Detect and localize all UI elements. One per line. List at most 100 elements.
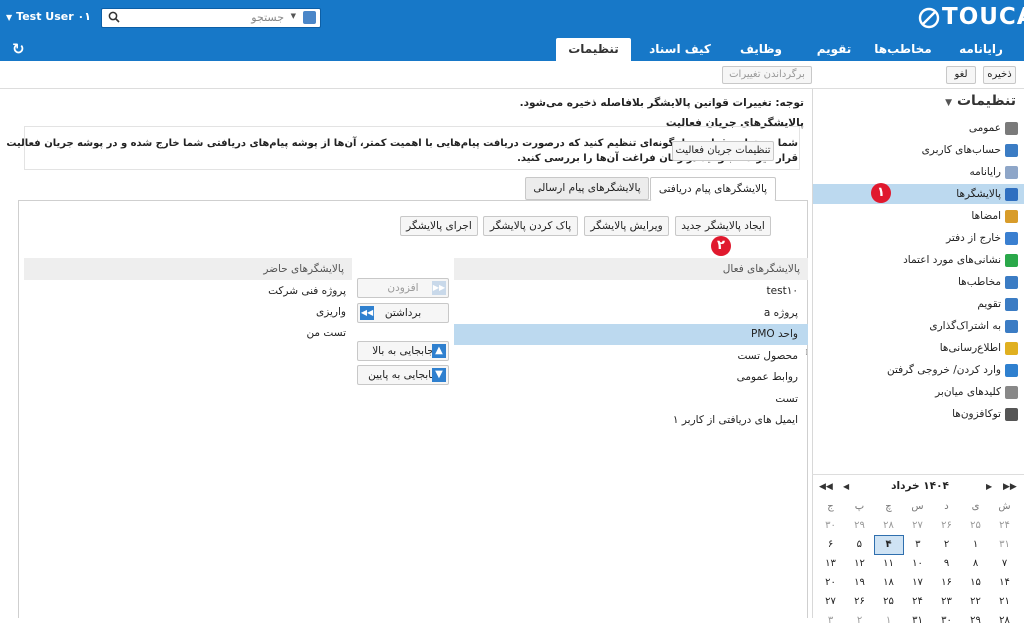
cancel-button[interactable]: لغو [946,66,976,84]
calendar-day[interactable]: ۱۶ [932,573,961,592]
active-filter-item[interactable]: test۱۰ [454,281,808,302]
calendar-day[interactable]: ۱۷ [903,573,932,592]
search-icon[interactable] [108,11,120,23]
calendar-day[interactable]: ۲۹ [845,516,874,535]
activity-settings-button[interactable]: تنظیمات جریان فعالیت [672,141,774,161]
existing-filter-item[interactable]: واریزی [24,302,352,323]
calendar-day[interactable]: ۳۱ [990,535,1019,554]
calendar-day[interactable]: ۲۶ [845,592,874,611]
prev-year-icon[interactable]: ◀◀ [819,482,833,492]
calendar-day[interactable]: ۳۱ [903,611,932,630]
active-filter-item[interactable]: تست [454,389,808,410]
sidebar-item[interactable]: وارد کردن/ خروجی گرفتن [813,360,1018,380]
calendar-day[interactable]: ۱۹ [845,573,874,592]
refresh-icon[interactable]: ↻ [12,40,25,58]
sidebar-item[interactable]: پالایشگرها [813,184,1024,204]
search-scope-dropdown-icon[interactable]: ▼ [291,12,296,20]
sidebar-item[interactable]: نشانی‌های مورد اعتماد [813,250,1018,270]
calendar-day[interactable]: ۸ [961,554,990,573]
tab-briefcase[interactable]: کیف اسناد [644,38,716,61]
calendar-day[interactable]: ۱ [961,535,990,554]
existing-filter-item[interactable]: پروژه فنی شرکت [24,281,352,302]
calendar-day[interactable]: ۲۳ [932,592,961,611]
save-button[interactable]: ذخیره [983,66,1016,84]
active-filter-item[interactable]: روابط عمومی [454,367,808,388]
calendar-day[interactable]: ۲۵ [961,516,990,535]
next-year-icon[interactable]: ▶▶ [1003,482,1017,492]
active-filter-item[interactable]: محصول تست [454,346,808,367]
calendar-day[interactable]: ۲۴ [990,516,1019,535]
calendar-day[interactable]: ۲۸ [874,516,903,535]
calendar-day[interactable]: ۱۸ [874,573,903,592]
calendar-day[interactable]: ۲۷ [816,592,845,611]
calendar-day[interactable]: ۳ [903,535,932,554]
calendar-day[interactable]: ۹ [932,554,961,573]
collapse-icon[interactable]: ▼ [945,98,952,108]
calendar-day[interactable]: ۷ [990,554,1019,573]
prev-month-icon[interactable]: ◀ [843,482,849,491]
sidebar-item[interactable]: به اشتراک‌گذاری [813,316,1018,336]
calendar-day[interactable]: ۱۳ [816,554,845,573]
calendar-day[interactable]: ۳۰ [932,611,961,630]
tab-tasks[interactable]: وظایف [730,38,792,61]
calendar-day[interactable]: ۶ [816,535,845,554]
sidebar-item[interactable]: خارج از دفتر [813,228,1018,248]
calendar-day[interactable]: ۲۲ [961,592,990,611]
calendar-day[interactable]: ۲۹ [961,611,990,630]
run-filter-button[interactable]: اجرای پالایشگر [400,216,478,236]
calendar-day[interactable]: ۲ [845,611,874,630]
sidebar-item[interactable]: حساب‌های کاربری [813,140,1018,160]
calendar-day[interactable]: ۲۱ [990,592,1019,611]
existing-filter-item[interactable]: تست من [24,323,352,344]
calendar-day[interactable]: ۲۸ [990,611,1019,630]
search-input[interactable]: جستجو [251,11,284,24]
move-down-button[interactable]: جابجایی به پایین ▼ [357,365,449,385]
sidebar-item[interactable]: مخاطب‌ها [813,272,1018,292]
calendar-day[interactable]: ۲۰ [816,573,845,592]
subtab-incoming[interactable]: پالایشگرهای پیام دریافتی [650,177,776,201]
subtab-outgoing[interactable]: پالایشگرهای پیام ارسالی [525,177,649,200]
revert-changes-button[interactable]: برگرداندن تغییرات [722,66,812,84]
user-menu[interactable]: ▼ Test User ۰۱ [6,10,91,23]
sidebar-item[interactable]: کلیدهای میان‌بر [813,382,1018,402]
tab-calendar[interactable]: تقویم [806,38,862,61]
search-box[interactable]: جستجو ▼ [101,8,321,28]
sidebar-item[interactable]: عمومی [813,118,1018,138]
calendar-day[interactable]: ۱۴ [990,573,1019,592]
calendar-day[interactable]: ۱۲ [845,554,874,573]
calendar-day[interactable]: ۲۵ [874,592,903,611]
tab-mail[interactable]: رایانامه [946,38,1016,61]
search-scope-icon[interactable] [303,11,316,24]
calendar-day[interactable]: ۲۴ [903,592,932,611]
calendar-day[interactable]: ۲۶ [932,516,961,535]
calendar-day[interactable]: ۱۱ [874,554,903,573]
remove-button[interactable]: برداشتن ◀◀ [357,303,449,323]
calendar-day[interactable]: ۲ [932,535,961,554]
sidebar-item[interactable]: امضاها [813,206,1018,226]
calendar-day[interactable]: ۱ [874,611,903,630]
tab-settings[interactable]: تنظیمات [556,38,631,61]
active-filter-item[interactable]: واحد PMO [454,324,808,345]
sidebar-item[interactable]: رایانامه [813,162,1018,182]
calendar-day[interactable]: ۳ [816,611,845,630]
sidebar-item[interactable]: تقویم [813,294,1018,314]
new-filter-button[interactable]: ایجاد پالایشگر جدید [675,216,771,236]
calendar-day[interactable]: ۱۵ [961,573,990,592]
edit-filter-button[interactable]: ویرایش پالایشگر [584,216,669,236]
next-month-icon[interactable]: ▶ [986,482,992,491]
active-filter-item[interactable]: پروژه a [454,303,808,324]
tab-contacts[interactable]: مخاطب‌ها [867,38,939,61]
delete-filter-button[interactable]: پاک کردن پالایشگر [483,216,578,236]
calendar-day[interactable]: ۲۷ [903,516,932,535]
sidebar-title[interactable]: تنظیمات ▼ [945,93,1016,109]
calendar-day[interactable]: ۱۰ [903,554,932,573]
move-up-button[interactable]: جابجایی به بالا ▲ [357,341,449,361]
calendar-day[interactable]: ۳۰ [816,516,845,535]
calendar-day[interactable]: ۴ [873,534,904,555]
active-filter-item[interactable]: ایمیل های دریافتی از کاربر ۱ [454,410,808,431]
add-button[interactable]: افزودن ▶▶ [357,278,449,298]
calendar-month-title[interactable]: ۱۴۰۴ خرداد [880,480,960,492]
calendar-day[interactable]: ۵ [845,535,874,554]
sidebar-item[interactable]: توکافزون‌ها [813,404,1018,424]
sidebar-item[interactable]: اطلاع‌رسانی‌ها [813,338,1018,358]
